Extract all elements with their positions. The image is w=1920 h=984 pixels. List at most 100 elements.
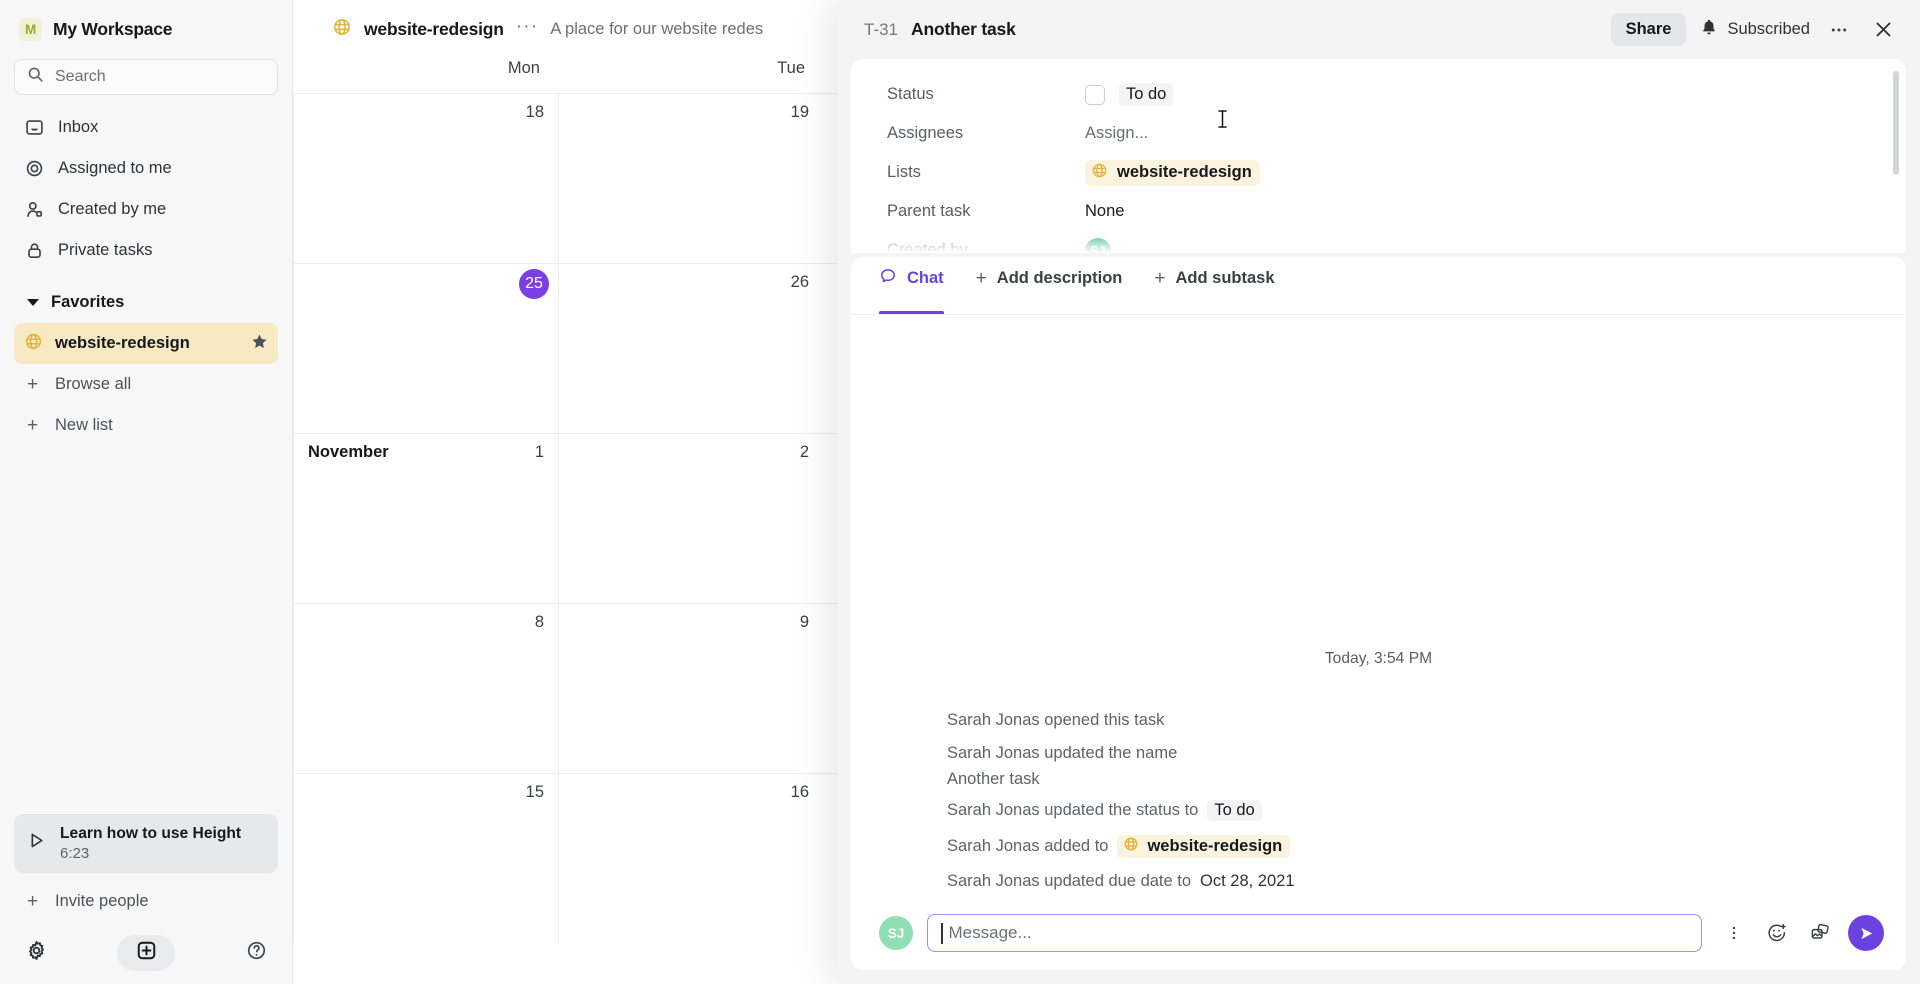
bell-icon bbox=[1700, 18, 1718, 41]
calendar-day-cell[interactable]: 9 bbox=[558, 604, 823, 773]
tab-label: Chat bbox=[907, 269, 944, 287]
favorites-section-header[interactable]: Favorites bbox=[14, 282, 278, 323]
task-panel-header-actions: Share Subscribed bbox=[1610, 13, 1898, 46]
weekday-label: Tue bbox=[777, 59, 805, 77]
tab-add-subtask[interactable]: + Add subtask bbox=[1154, 257, 1274, 314]
share-button[interactable]: Share bbox=[1610, 13, 1687, 46]
close-panel-button[interactable] bbox=[1868, 15, 1898, 45]
ellipsis-icon[interactable]: ··· bbox=[516, 17, 539, 38]
calendar-day-cell[interactable]: 8 bbox=[293, 604, 558, 773]
property-value-parent-task[interactable]: None bbox=[1085, 202, 1124, 221]
chat-activity-item: Sarah Jonas updated the name bbox=[879, 737, 1878, 770]
weekday-label: Mon bbox=[507, 59, 540, 77]
property-row-parent-task[interactable]: Parent task None bbox=[851, 192, 1906, 231]
activity-text: Sarah Jonas updated the name bbox=[947, 744, 1178, 762]
workspace-title: My Workspace bbox=[53, 19, 173, 39]
task-title[interactable]: Another task bbox=[911, 19, 1016, 40]
subscribed-button[interactable]: Subscribed bbox=[1700, 18, 1810, 41]
property-label: Status bbox=[887, 85, 934, 103]
invite-people-button[interactable]: + Invite people bbox=[14, 881, 278, 922]
calendar-day-number: 8 bbox=[534, 613, 544, 631]
browse-all-label: Browse all bbox=[55, 375, 132, 393]
sidebar-item-assigned-to-me[interactable]: Assigned to me bbox=[14, 148, 278, 189]
calendar-day-cell[interactable]: 25 bbox=[293, 264, 558, 433]
message-input[interactable]: Message... bbox=[927, 914, 1702, 952]
message-placeholder: Message... bbox=[948, 923, 1032, 942]
calendar-list-name[interactable]: website-redesign bbox=[364, 19, 504, 40]
close-icon bbox=[1876, 22, 1890, 37]
property-row-lists[interactable]: Lists website-redesign bbox=[851, 153, 1906, 192]
list-chip[interactable]: website-redesign bbox=[1085, 159, 1260, 186]
workspace-header[interactable]: M My Workspace bbox=[14, 0, 278, 59]
calendar-day-cell[interactable]: 19 bbox=[558, 94, 823, 263]
sidebar-item-private-tasks[interactable]: Private tasks bbox=[14, 230, 278, 271]
calendar-day-number: 1 bbox=[534, 443, 544, 461]
calendar-month-label: November bbox=[308, 443, 389, 461]
chat-activity-item: Another task bbox=[879, 770, 1878, 793]
search-placeholder: Search bbox=[55, 68, 106, 85]
due-date-value: Oct 28, 2021 bbox=[1200, 872, 1295, 890]
tab-chat[interactable]: Chat bbox=[879, 257, 944, 314]
send-message-button[interactable] bbox=[1848, 915, 1884, 951]
composer-tools bbox=[1716, 919, 1834, 947]
activity-text: Sarah Jonas added to bbox=[947, 837, 1109, 855]
calendar-day-cell[interactable]: 2 bbox=[558, 434, 823, 603]
plus-icon: + bbox=[26, 374, 39, 395]
tab-label: Add subtask bbox=[1175, 269, 1275, 287]
property-value-assignees[interactable]: Assign... bbox=[1085, 124, 1148, 143]
help-button[interactable] bbox=[238, 935, 274, 971]
favorites-label: Favorites bbox=[51, 293, 125, 311]
sidebar: M My Workspace Search Inbox Assigned to … bbox=[0, 0, 293, 984]
send-icon bbox=[1860, 927, 1872, 939]
attachment-button[interactable] bbox=[1806, 919, 1834, 947]
chevron-down-icon bbox=[27, 299, 39, 306]
sidebar-item-label: Assigned to me bbox=[58, 159, 172, 177]
status-checkbox-icon[interactable] bbox=[1085, 84, 1105, 105]
calendar-day-cell[interactable]: 15 bbox=[293, 774, 558, 943]
globe-icon bbox=[1091, 162, 1108, 184]
user-icon bbox=[24, 200, 45, 219]
learn-how-to-use-height-card[interactable]: Learn how to use Height 6:23 bbox=[14, 813, 278, 873]
task-more-options-button[interactable] bbox=[1824, 15, 1854, 45]
chat-activity-item: Sarah Jonas opened this task bbox=[879, 704, 1878, 737]
property-row-status[interactable]: Status To do bbox=[851, 75, 1906, 114]
calendar-day-cell[interactable]: 18 bbox=[293, 94, 558, 263]
star-icon[interactable] bbox=[251, 333, 268, 355]
chat-activity-item: Sarah Jonas added to website-redesign bbox=[879, 828, 1878, 865]
new-list-button[interactable]: + New list bbox=[14, 405, 278, 446]
list-chip[interactable]: website-redesign bbox=[1117, 835, 1291, 858]
task-key: T-31 bbox=[864, 19, 899, 39]
sidebar-item-created-by-me[interactable]: Created by me bbox=[14, 189, 278, 230]
property-value-lists[interactable]: website-redesign bbox=[1085, 159, 1260, 186]
sidebar-item-website-redesign[interactable]: website-redesign bbox=[14, 323, 278, 364]
sidebar-footer bbox=[14, 922, 278, 984]
property-value-status[interactable]: To do bbox=[1085, 83, 1174, 106]
vertical-ellipsis-icon bbox=[1732, 926, 1736, 940]
emoji-button[interactable] bbox=[1763, 919, 1791, 947]
composer-more-options-button[interactable] bbox=[1720, 919, 1748, 947]
calendar-day-cell[interactable]: 26 bbox=[558, 264, 823, 433]
globe-icon bbox=[1123, 836, 1139, 857]
plus-square-icon bbox=[136, 940, 157, 966]
properties-scrollbar[interactable] bbox=[1893, 71, 1899, 175]
sidebar-item-inbox[interactable]: Inbox bbox=[14, 107, 278, 148]
sidebar-item-label: Created by me bbox=[58, 200, 167, 218]
globe-icon bbox=[24, 332, 43, 356]
property-row-assignees[interactable]: Assignees Assign... bbox=[851, 114, 1906, 153]
tab-add-description[interactable]: + Add description bbox=[976, 257, 1123, 314]
browse-all-button[interactable]: + Browse all bbox=[14, 364, 278, 405]
new-item-button[interactable] bbox=[117, 935, 175, 971]
subscribed-label: Subscribed bbox=[1727, 20, 1810, 38]
sidebar-item-label: Private tasks bbox=[58, 241, 153, 259]
calendar-day-cell[interactable]: November 1 bbox=[293, 434, 558, 603]
settings-button[interactable] bbox=[18, 935, 54, 971]
task-tabs: Chat + Add description + Add subtask bbox=[851, 257, 1906, 315]
question-circle-icon bbox=[246, 940, 267, 966]
tab-label: Add description bbox=[996, 269, 1123, 287]
activity-text: Sarah Jonas updated due date to bbox=[947, 872, 1192, 890]
search-input[interactable]: Search bbox=[14, 59, 278, 95]
calendar-list-description: A place for our website redes bbox=[550, 20, 764, 38]
calendar-day-cell[interactable]: 16 bbox=[558, 774, 823, 943]
plus-icon: + bbox=[26, 891, 39, 912]
chat-bubble-icon bbox=[879, 267, 897, 290]
